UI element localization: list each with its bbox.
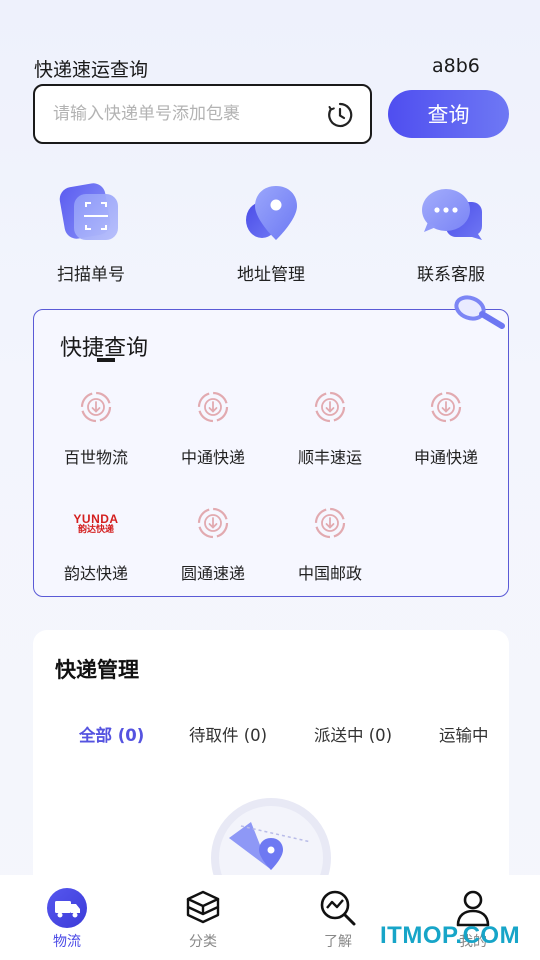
page-title: 快递速运查询	[34, 59, 149, 81]
tab-pending-pickup[interactable]: 待取件 (0)	[189, 722, 267, 746]
carrier-china-post[interactable]: 中国邮政	[272, 506, 388, 584]
download-circle-icon	[80, 391, 112, 423]
carrier-label: 顺丰速运	[297, 448, 362, 467]
carrier-yuantong[interactable]: 圆通速递	[155, 506, 271, 584]
carrier-zhongtong[interactable]: 中通快递	[155, 390, 271, 468]
carrier-shentong[interactable]: 申通快递	[388, 390, 504, 468]
nav-logistics[interactable]: 物流	[22, 875, 112, 951]
carrier-yunda[interactable]: YUNDA 韵达快递 韵达快递	[38, 506, 154, 584]
carrier-baishi[interactable]: 百世物流	[38, 390, 154, 468]
carrier-label: 百世物流	[63, 448, 128, 467]
contact-service-label: 联系客服	[417, 265, 485, 285]
nav-learn[interactable]: 了解	[293, 875, 383, 951]
tab-delivering[interactable]: 派送中 (0)	[314, 722, 392, 746]
nav-label: 物流	[53, 934, 81, 950]
yunda-logo-sub: 韵达快递	[77, 523, 114, 534]
location-pin-icon	[246, 186, 297, 240]
scan-tracking-action[interactable]: 扫描单号	[31, 180, 151, 285]
history-clock-icon[interactable]	[326, 101, 354, 129]
download-circle-icon	[197, 507, 229, 539]
carrier-label: 中通快递	[180, 448, 245, 467]
quick-query-card: 快捷查询 百世物流 中通快递 顺丰速运 申通快递 YUNDA 韵达快递 韵达快递…	[33, 295, 509, 597]
status-tabs: 全部 (0) 待取件 (0) 派送中 (0) 运输中	[33, 722, 509, 752]
query-button[interactable]: 查询	[388, 90, 509, 138]
scan-tracking-label: 扫描单号	[57, 265, 125, 285]
cube-icon	[186, 890, 220, 924]
download-circle-icon	[314, 391, 346, 423]
carrier-label: 申通快递	[413, 448, 478, 467]
scan-icon	[59, 183, 118, 240]
management-title: 快递管理	[55, 658, 139, 682]
chat-icon	[422, 189, 482, 240]
nav-category[interactable]: 分类	[158, 875, 248, 951]
nav-label: 了解	[324, 934, 352, 950]
carrier-label: 中国邮政	[297, 564, 362, 583]
download-circle-icon	[314, 507, 346, 539]
carrier-label: 韵达快递	[63, 564, 128, 583]
title-underline	[97, 358, 115, 362]
tracking-number-input[interactable]	[53, 104, 313, 124]
nav-label: 分类	[189, 934, 217, 950]
tab-in-transit[interactable]: 运输中	[439, 722, 489, 746]
yunda-logo-text: YUNDA	[73, 511, 119, 526]
tab-all[interactable]: 全部 (0)	[79, 722, 144, 746]
carrier-label: 圆通速递	[180, 564, 245, 583]
truck-icon	[47, 888, 87, 928]
empty-state-illustration	[211, 798, 331, 878]
device-code: a8b6	[432, 55, 480, 77]
contact-service-action[interactable]: 联系客服	[391, 180, 511, 285]
download-circle-icon	[197, 391, 229, 423]
site-watermark: ITMOP.COM	[380, 922, 521, 949]
carrier-shunfeng[interactable]: 顺丰速运	[272, 390, 388, 468]
address-management-action[interactable]: 地址管理	[211, 180, 331, 285]
download-circle-icon	[430, 391, 462, 423]
magnifier-icon	[454, 295, 505, 329]
search-chart-icon	[320, 890, 356, 926]
yunda-logo: YUNDA 韵达快递	[66, 506, 126, 540]
address-management-label: 地址管理	[237, 265, 305, 285]
tracking-search-box[interactable]	[33, 84, 372, 144]
